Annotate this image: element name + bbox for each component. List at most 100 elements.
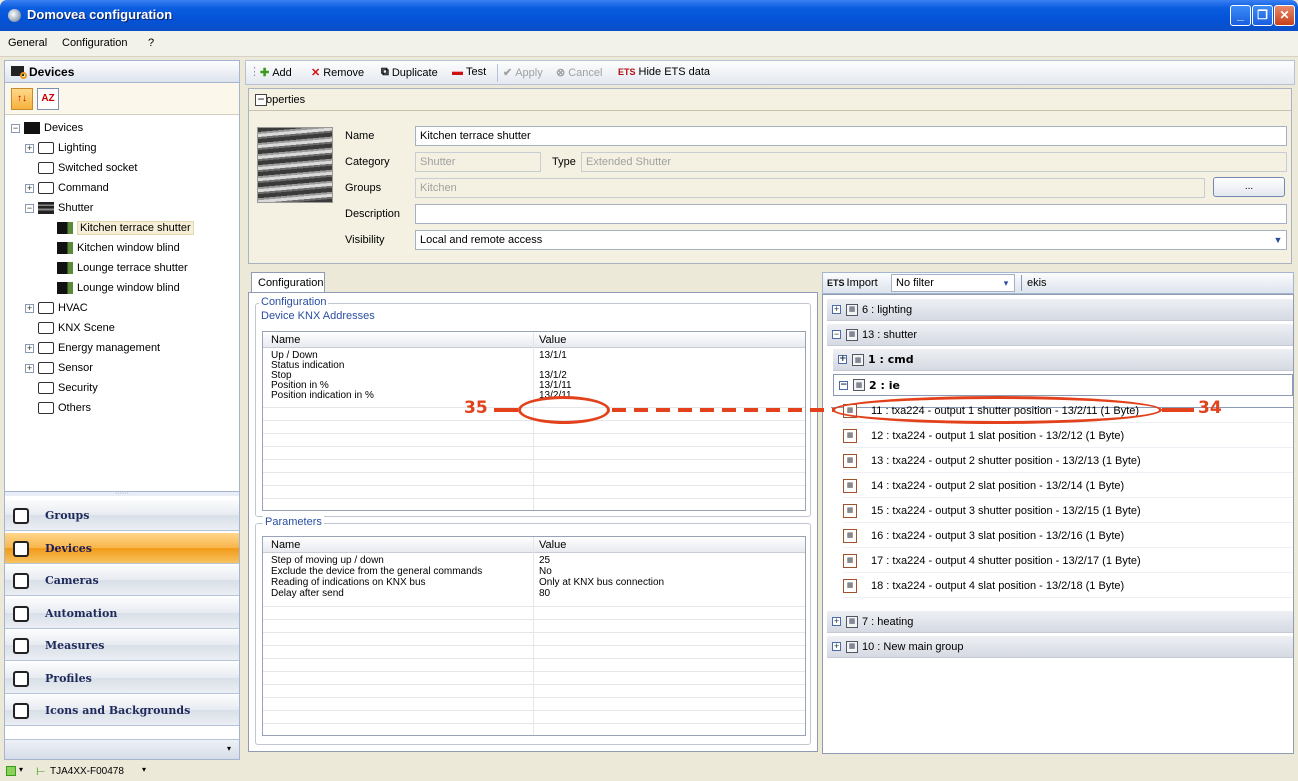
collapse-icon[interactable]: −: [11, 123, 20, 133]
ets-group[interactable]: − ▦ 2 : ie: [833, 374, 1293, 396]
chevron-down-icon[interactable]: ▾: [19, 765, 23, 774]
table-row[interactable]: Delay after send 80: [263, 589, 805, 599]
ets-object[interactable]: ▦ 14 : txa224 - output 2 slat position - …: [843, 474, 1293, 498]
expand-icon[interactable]: +: [25, 343, 34, 353]
expand-icon[interactable]: +: [25, 363, 34, 373]
collapse-icon[interactable]: −: [839, 380, 848, 390]
cancel-button[interactable]: ⊗ Cancel: [556, 66, 602, 80]
nav-measures[interactable]: Measures: [5, 629, 239, 661]
nav-icons-and-backgrounds[interactable]: Icons and Backgrounds: [5, 694, 239, 726]
expand-icon[interactable]: +: [838, 355, 847, 364]
table-row[interactable]: Status indication: [263, 361, 805, 371]
expand-icon[interactable]: +: [832, 305, 841, 314]
collapse-icon[interactable]: −: [832, 330, 841, 339]
expand-icon[interactable]: +: [25, 303, 34, 313]
tree-item[interactable]: + Sensor: [25, 359, 93, 377]
tree-item[interactable]: Others: [25, 399, 91, 417]
row-value: Only at KNX bus connection: [539, 577, 665, 588]
grid-line: [263, 658, 805, 659]
minimize-button[interactable]: _: [1230, 5, 1251, 26]
tree-item[interactable]: + HVAC: [25, 299, 88, 317]
chevron-down-icon[interactable]: ▾: [227, 744, 231, 753]
tree-item[interactable]: − Shutter: [25, 199, 93, 217]
nav-label: Measures: [45, 639, 105, 652]
sort-alpha-button[interactable]: AZ: [37, 88, 59, 110]
ets-group[interactable]: + ▦ 1 : cmd: [833, 349, 1293, 371]
menu-general[interactable]: General: [8, 37, 47, 49]
table-row[interactable]: Up / Down 13/1/1: [263, 351, 805, 361]
ets-object[interactable]: ▦ 15 : txa224 - output 3 shutter position…: [843, 499, 1293, 523]
tree-item[interactable]: Kitchen window blind: [57, 239, 180, 257]
menu-configuration[interactable]: Configuration: [62, 37, 127, 49]
nav-overflow-bar[interactable]: ▾: [5, 739, 239, 759]
chevron-down-icon: ▼: [1273, 235, 1283, 245]
remove-button[interactable]: ✕ Remove: [311, 66, 364, 80]
add-button[interactable]: ✚ Add: [260, 66, 292, 80]
duplicate-button[interactable]: ⧉ Duplicate: [381, 66, 438, 79]
ets-search-text[interactable]: ekis: [1027, 277, 1047, 289]
row-value: 80: [539, 588, 551, 599]
tree-item[interactable]: Lounge window blind: [57, 279, 180, 297]
close-button[interactable]: ✕: [1274, 5, 1295, 26]
tree-item[interactable]: Security: [25, 379, 98, 397]
nav-devices[interactable]: Devices: [5, 531, 239, 564]
ets-group[interactable]: − ▦ 13 : shutter: [827, 324, 1293, 346]
ets-group[interactable]: + ▦ 10 : New main group: [827, 636, 1293, 658]
tab-configuration[interactable]: Configuration: [251, 272, 325, 293]
expand-icon[interactable]: +: [25, 183, 34, 193]
hide-ets-data-button[interactable]: ETS Hide ETS data: [618, 66, 710, 78]
table-row[interactable]: Stop 13/1/2: [263, 371, 805, 381]
knx-object-icon: ▦: [843, 503, 857, 518]
ets-object[interactable]: ▦ 16 : txa224 - output 3 slat position - …: [843, 524, 1293, 548]
expand-icon[interactable]: +: [832, 617, 841, 626]
ets-toolbar: ETS Import No filter ▾ ekis: [822, 272, 1294, 294]
expand-icon[interactable]: +: [832, 642, 841, 651]
ets-object[interactable]: ▦ 13 : txa224 - output 2 shutter position…: [843, 449, 1293, 473]
ets-object[interactable]: ▦ 18 : txa224 - output 4 slat position - …: [843, 574, 1293, 598]
table-row[interactable]: Exclude the device from the general comm…: [263, 567, 805, 577]
duplicate-label: Duplicate: [391, 66, 438, 79]
ets-filter-select[interactable]: No filter ▾: [891, 274, 1015, 292]
groups-field[interactable]: Kitchen: [415, 178, 1205, 198]
tree-item[interactable]: KNX Scene: [25, 319, 115, 337]
ets-import-button[interactable]: ETS Import: [827, 277, 878, 289]
nav-profiles[interactable]: Profiles: [5, 661, 239, 694]
tree-item[interactable]: Lounge terrace shutter: [57, 259, 188, 277]
groups-browse-button[interactable]: ...: [1213, 177, 1285, 197]
tree-item[interactable]: − Devices: [11, 119, 83, 137]
chevron-down-icon[interactable]: ▾: [142, 765, 146, 774]
collapse-icon[interactable]: −: [255, 93, 267, 106]
type-field[interactable]: Extended Shutter: [581, 152, 1287, 172]
visibility-select[interactable]: Local and remote access ▼: [415, 230, 1287, 250]
ets-group[interactable]: + ▦ 7 : heating: [827, 611, 1293, 633]
menu-help[interactable]: ?: [148, 37, 154, 49]
table-row[interactable]: Step of moving up / down 25: [263, 556, 805, 566]
ets-object[interactable]: ▦ 17 : txa224 - output 4 shutter position…: [843, 549, 1293, 573]
maximize-button[interactable]: ❐: [1252, 5, 1273, 26]
tree-item[interactable]: Kitchen terrace shutter: [57, 219, 194, 237]
category-field[interactable]: Shutter: [415, 152, 541, 172]
sort-category-button[interactable]: ↑↓: [11, 88, 33, 110]
connection-icon[interactable]: [6, 766, 16, 776]
name-field[interactable]: Kitchen terrace shutter: [415, 126, 1287, 146]
panel-splitter[interactable]: ······: [5, 490, 239, 497]
description-field[interactable]: [415, 204, 1287, 224]
ets-object[interactable]: ▦ 12 : txa224 - output 1 slat position - …: [843, 424, 1293, 448]
tree-item[interactable]: + Energy management: [25, 339, 160, 357]
test-button[interactable]: ▬ Test: [452, 66, 486, 78]
nav-cameras[interactable]: Cameras: [5, 564, 239, 596]
nav-groups[interactable]: Groups: [5, 499, 239, 531]
tree-item[interactable]: + Lighting: [25, 139, 97, 157]
ets-group[interactable]: + ▦ 6 : lighting: [827, 299, 1293, 321]
tree-item[interactable]: + Command: [25, 179, 109, 197]
nav-automation[interactable]: Automation: [5, 596, 239, 629]
tree-item-label: Energy management: [58, 342, 161, 354]
expand-icon[interactable]: +: [25, 143, 34, 153]
annotation-oval-34: [832, 396, 1162, 424]
collapse-icon[interactable]: −: [25, 203, 34, 213]
server-name[interactable]: TJA4XX-F00478: [50, 766, 124, 777]
apply-button[interactable]: ✔ Apply: [503, 66, 543, 80]
tree-item[interactable]: Switched socket: [25, 159, 137, 177]
table-row[interactable]: Reading of indications on KNX bus Only at…: [263, 578, 805, 588]
energy-icon: [38, 342, 54, 354]
